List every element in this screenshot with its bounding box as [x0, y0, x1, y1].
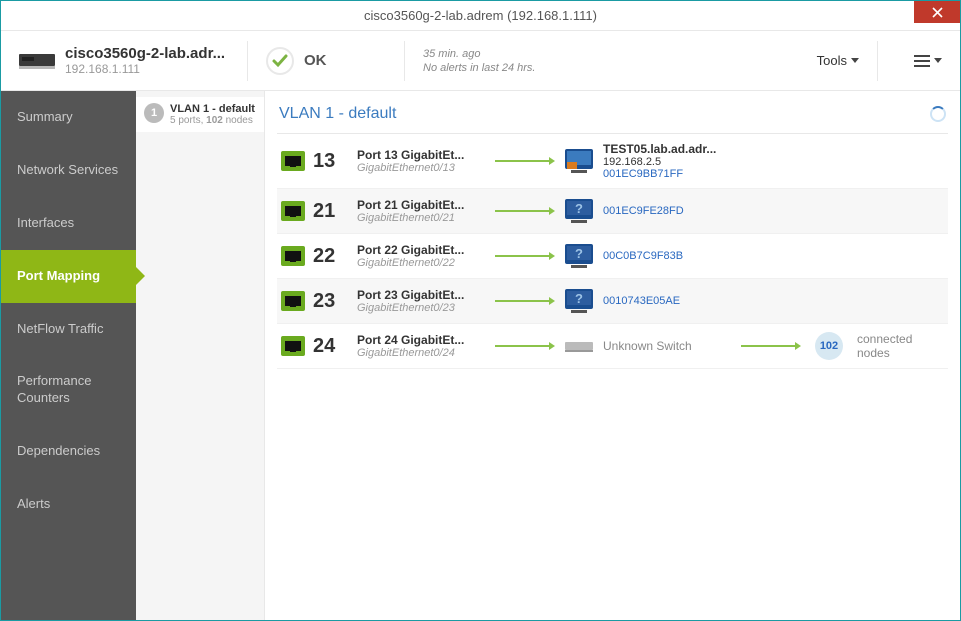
port-icon — [281, 246, 305, 266]
port-interface: GigabitEthernet0/22 — [357, 257, 487, 269]
caret-down-icon — [851, 58, 859, 63]
port-row[interactable]: 24 Port 24 GigabitEt... GigabitEthernet0… — [277, 324, 948, 369]
window-title: cisco3560g-2-lab.adrem (192.168.1.111) — [1, 8, 960, 23]
arrow-icon — [495, 298, 555, 304]
port-interface: GigabitEthernet0/13 — [357, 162, 487, 174]
destination-info: 00C0B7C9F83B — [603, 250, 733, 262]
sidebar-item-summary[interactable]: Summary — [1, 91, 136, 144]
destination-mac[interactable]: 001EC9FE28FD — [603, 205, 733, 217]
port-icon — [281, 291, 305, 311]
port-number: 22 — [313, 245, 349, 268]
menu-button[interactable] — [914, 55, 942, 67]
port-icon — [281, 151, 305, 171]
port-name: Port 23 GigabitEt... — [357, 288, 487, 302]
arrow-icon — [495, 343, 555, 349]
port-number: 24 — [313, 335, 349, 358]
status-check-icon — [266, 47, 294, 75]
port-icon — [281, 201, 305, 221]
port-row[interactable]: 21 Port 21 GigabitEt... GigabitEthernet0… — [277, 189, 948, 234]
separator — [877, 41, 878, 81]
arrow-icon — [495, 158, 555, 164]
vlan-name: VLAN 1 - default — [170, 103, 255, 115]
port-description: Port 23 GigabitEt... GigabitEthernet0/23 — [357, 288, 487, 314]
computer-icon — [563, 197, 595, 225]
main-header: VLAN 1 - default — [277, 99, 948, 134]
sidebar-item-port-mapping[interactable]: Port Mapping — [1, 250, 136, 303]
alerts-section: 35 min. ago No alerts in last 24 hrs. — [423, 48, 536, 74]
sidebar-nav: Summary Network Services Interfaces Port… — [1, 91, 136, 620]
vlan-subtitle: 5 ports, 102 nodes — [170, 115, 255, 126]
destination-info: 0010743E05AE — [603, 295, 733, 307]
port-description: Port 22 GigabitEt... GigabitEthernet0/22 — [357, 243, 487, 269]
destination-name: Unknown Switch — [603, 339, 733, 353]
sidebar-item-interfaces[interactable]: Interfaces — [1, 197, 136, 250]
port-name: Port 22 GigabitEt... — [357, 243, 487, 257]
port-description: Port 21 GigabitEt... GigabitEthernet0/21 — [357, 198, 487, 224]
port-number: 21 — [313, 200, 349, 223]
sidebar-item-netflow-traffic[interactable]: NetFlow Traffic — [1, 303, 136, 356]
main-title: VLAN 1 - default — [279, 105, 396, 123]
loading-spinner-icon — [930, 106, 946, 122]
hamburger-icon — [914, 55, 930, 67]
port-interface: GigabitEthernet0/24 — [357, 347, 487, 359]
arrow-icon — [495, 208, 555, 214]
port-name: Port 24 GigabitEt... — [357, 333, 487, 347]
alerts-text: No alerts in last 24 hrs. — [423, 62, 536, 74]
destination-mac[interactable]: 0010743E05AE — [603, 295, 733, 307]
computer-icon — [563, 287, 595, 315]
port-number: 13 — [313, 150, 349, 173]
alerts-time: 35 min. ago — [423, 48, 536, 60]
switch-icon — [563, 332, 595, 360]
port-row[interactable]: 23 Port 23 GigabitEt... GigabitEthernet0… — [277, 279, 948, 324]
vlan-id-badge: 1 — [144, 103, 164, 123]
device-ip: 192.168.1.111 — [65, 62, 225, 76]
switch-device-icon — [19, 50, 55, 72]
separator — [404, 41, 405, 81]
window-titlebar: cisco3560g-2-lab.adrem (192.168.1.111) — [1, 1, 960, 31]
sidebar-item-alerts[interactable]: Alerts — [1, 478, 136, 531]
destination-info: Unknown Switch — [603, 339, 733, 353]
port-name: Port 13 GigabitEt... — [357, 148, 487, 162]
destination-mac[interactable]: 00C0B7C9F83B — [603, 250, 733, 262]
port-row[interactable]: 13 Port 13 GigabitEt... GigabitEthernet0… — [277, 134, 948, 189]
window-close-button[interactable] — [914, 1, 960, 23]
sidebar-item-dependencies[interactable]: Dependencies — [1, 425, 136, 478]
destination-name: TEST05.lab.ad.adr... — [603, 142, 733, 156]
arrow-icon — [741, 343, 801, 349]
destination-info: 001EC9FE28FD — [603, 205, 733, 217]
device-section: cisco3560g-2-lab.adr... 192.168.1.111 — [19, 45, 229, 76]
port-name: Port 21 GigabitEt... — [357, 198, 487, 212]
arrow-icon — [495, 253, 555, 259]
vlan-list-item[interactable]: 1 VLAN 1 - default 5 ports, 102 nodes — [136, 97, 264, 132]
sidebar-item-network-services[interactable]: Network Services — [1, 144, 136, 197]
status-section: OK — [266, 47, 386, 75]
port-number: 23 — [313, 290, 349, 313]
main-content: VLAN 1 - default 13 Port 13 GigabitEt...… — [265, 91, 960, 620]
connected-label: connected nodes — [857, 332, 944, 360]
port-icon — [281, 336, 305, 356]
device-name: cisco3560g-2-lab.adr... — [65, 45, 225, 62]
status-label: OK — [304, 52, 327, 69]
sidebar-item-performance-counters[interactable]: Performance Counters — [1, 355, 136, 425]
connected-count-badge: 102 — [815, 332, 843, 360]
tools-dropdown[interactable]: Tools — [817, 53, 859, 68]
close-icon — [932, 7, 943, 18]
destination-ip: 192.168.2.5 — [603, 156, 733, 168]
separator — [247, 41, 248, 81]
port-description: Port 24 GigabitEt... GigabitEthernet0/24 — [357, 333, 487, 359]
header-bar: cisco3560g-2-lab.adr... 192.168.1.111 OK… — [1, 31, 960, 91]
destination-info: TEST05.lab.ad.adr... 192.168.2.5 001EC9B… — [603, 142, 733, 180]
computer-icon — [563, 242, 595, 270]
computer-icon — [563, 147, 595, 175]
caret-down-icon — [934, 58, 942, 63]
port-description: Port 13 GigabitEt... GigabitEthernet0/13 — [357, 148, 487, 174]
port-interface: GigabitEthernet0/23 — [357, 302, 487, 314]
vlan-list-panel: 1 VLAN 1 - default 5 ports, 102 nodes — [136, 91, 265, 620]
port-interface: GigabitEthernet0/21 — [357, 212, 487, 224]
destination-mac[interactable]: 001EC9BB71FF — [603, 168, 733, 180]
tools-label: Tools — [817, 53, 847, 68]
port-row[interactable]: 22 Port 22 GigabitEt... GigabitEthernet0… — [277, 234, 948, 279]
